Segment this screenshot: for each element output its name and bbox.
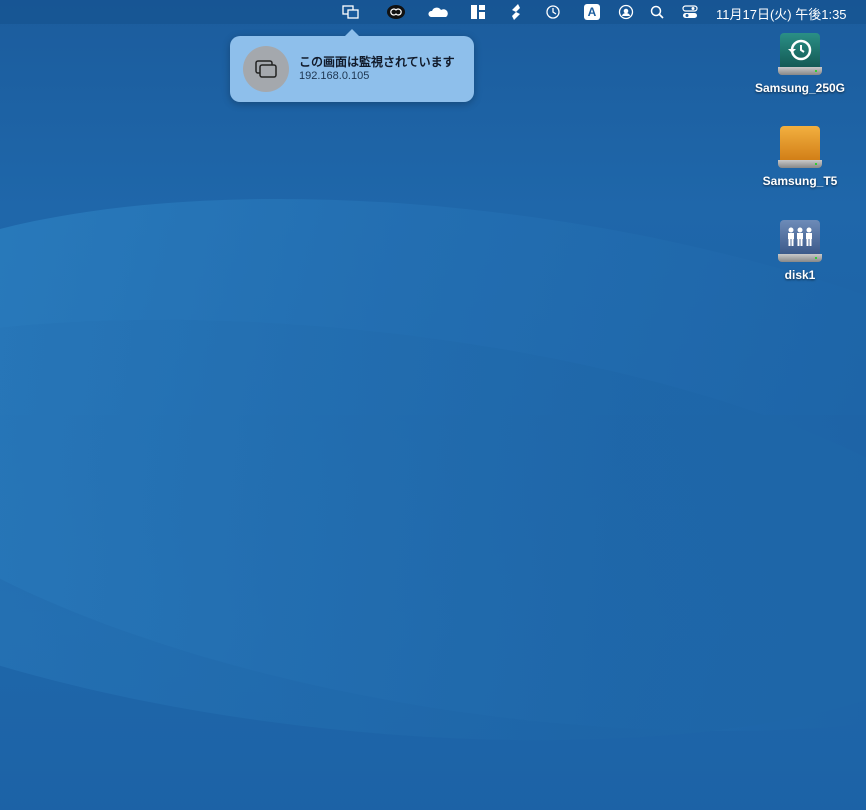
drive-disk1[interactable]: disk1 xyxy=(750,220,850,282)
drive-samsung-250g[interactable]: Samsung_250G xyxy=(750,33,850,95)
shared-drive-icon xyxy=(780,220,820,254)
screen-sharing-icon xyxy=(243,46,289,92)
drive-label: disk1 xyxy=(784,268,816,282)
menu-bar: A 11月17日(火) 午後1:35 xyxy=(0,0,866,24)
time-machine-drive-icon xyxy=(780,33,820,67)
layout-icon[interactable] xyxy=(470,3,486,21)
screen-monitoring-notification[interactable]: この画面は監視されています 192.168.0.105 xyxy=(230,29,474,102)
time-machine-icon[interactable] xyxy=(545,3,561,21)
control-center-icon[interactable] xyxy=(682,3,698,21)
drive-label: Samsung_T5 xyxy=(762,174,838,188)
external-drive-icon xyxy=(780,126,820,160)
menu-bar-clock[interactable]: 11月17日(火) 午後1:35 xyxy=(716,4,847,23)
user-icon[interactable] xyxy=(618,3,634,21)
search-icon[interactable] xyxy=(649,3,665,21)
screen-mirroring-icon[interactable] xyxy=(342,3,360,21)
notification-title: この画面は監視されています xyxy=(299,55,455,69)
creative-cloud-icon[interactable] xyxy=(386,3,406,21)
onedrive-icon[interactable] xyxy=(428,3,448,21)
drive-label: Samsung_250G xyxy=(754,81,846,95)
drive-samsung-t5[interactable]: Samsung_T5 xyxy=(750,126,850,188)
input-source-icon[interactable]: A xyxy=(584,4,600,20)
script-icon[interactable] xyxy=(508,3,524,21)
notification-ip-address: 192.168.0.105 xyxy=(299,70,370,82)
